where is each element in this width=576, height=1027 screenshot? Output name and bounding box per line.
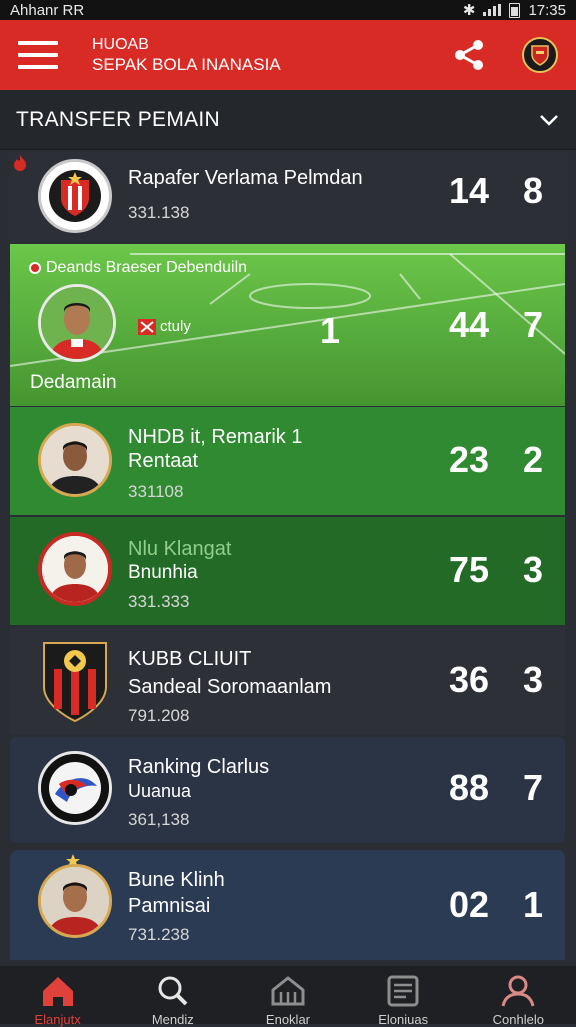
stat-secondary: 3	[522, 549, 543, 590]
club-logo-icon[interactable]	[522, 37, 558, 73]
nav-profile-label: Conhlelo	[492, 1012, 544, 1027]
transfer-value: 361,138	[128, 810, 190, 829]
player-avatar	[38, 532, 112, 606]
transfer-value: 791.208	[128, 706, 190, 725]
nav-profile[interactable]: Conhlelo	[468, 974, 568, 1027]
transfer-row[interactable]: NHDB it, Remarik 1 Rentaat 331108 23 2	[10, 407, 565, 515]
transfer-value: 731.238	[128, 925, 190, 944]
nav-home-label: Elanjutx	[34, 1012, 81, 1027]
bluetooth-icon: ✱	[462, 2, 476, 19]
stat-primary: 44	[448, 304, 489, 345]
stat-primary: 88	[448, 767, 489, 808]
search-icon	[158, 976, 188, 1006]
transfer-value: 331108	[128, 482, 184, 501]
transfer-row[interactable]: KUBB CLIUIT Sandeal Soromaanlam 791.208 …	[10, 627, 565, 735]
stat-secondary: 1	[522, 884, 543, 925]
nav-stadium[interactable]: Enoklar	[238, 974, 338, 1027]
news-icon	[387, 975, 419, 1007]
stat-primary: 75	[448, 549, 489, 590]
featured-header: Deands Braeser Debenduiln	[46, 259, 248, 276]
nav-home[interactable]: Elanjutx	[8, 974, 108, 1027]
clock: 17:35	[528, 1, 566, 19]
stat-secondary: 7	[522, 304, 543, 345]
player-subtitle: Rentaat	[128, 450, 199, 472]
carrier-text: Ahhanr RR	[10, 1, 85, 19]
status-bar: Ahhanr RR ✱ 17:35	[0, 0, 576, 20]
home-icon	[42, 977, 73, 1006]
stat-primary: 14	[448, 170, 489, 211]
app-title-line1: HUOAB	[92, 36, 149, 53]
app-title: HUOAB SEPAK BOLA INANASIA	[92, 35, 281, 75]
nav-search[interactable]: Mendiz	[123, 974, 223, 1027]
nav-news[interactable]: Eloniuas	[353, 974, 453, 1027]
player-avatar	[38, 864, 112, 938]
share-icon[interactable]	[452, 38, 486, 72]
stat-center: 1	[320, 310, 341, 351]
player-subtitle: Pamnisai	[128, 895, 211, 917]
battery-icon	[509, 2, 521, 18]
featured-transfer-row[interactable]: Deands Braeser Debenduiln ctuly 1 44 7 D…	[10, 244, 565, 406]
transfer-row[interactable]: Bune Klinh Pamnisai 731.238 02 1	[10, 850, 565, 960]
nav-stadium-label: Enoklar	[265, 1012, 310, 1027]
player-avatar	[38, 284, 116, 362]
club-crest	[38, 159, 112, 233]
transfer-value: 331.138	[128, 203, 190, 222]
player-avatar	[38, 423, 112, 497]
nav-search-label: Mendiz	[151, 1012, 194, 1027]
player-name: Rapafer Verlama Pelmdan	[128, 167, 363, 189]
app-bar: HUOAB SEPAK BOLA INANASIA	[0, 20, 576, 90]
stadium-icon	[271, 976, 305, 1006]
stat-secondary: 3	[522, 659, 543, 700]
stat-primary: 23	[448, 439, 489, 480]
club-flag-icon	[138, 318, 156, 335]
signal-icon	[483, 4, 502, 16]
nav-news-label: Eloniuas	[378, 1012, 429, 1027]
chevron-down-icon[interactable]	[538, 109, 560, 131]
transfer-row[interactable]: Nlu Klangat Bnunhia 331.333 75 3	[10, 517, 565, 625]
club-crest	[38, 751, 112, 825]
transfer-row[interactable]: Rapafer Verlama Pelmdan 331.138 14 8	[10, 152, 565, 242]
player-name: Bune Klinh	[128, 869, 225, 891]
player-name: Nlu Klangat	[128, 538, 232, 560]
player-name: NHDB it, Remarik 1	[128, 426, 303, 448]
club-tag: ctuly	[138, 318, 191, 335]
player-subtitle: Sandeal Soromaanlam	[128, 676, 332, 698]
stat-primary: 02	[448, 884, 489, 925]
player-subtitle: Bnunhia	[128, 562, 198, 583]
transfer-value: 331.333	[128, 592, 190, 611]
stat-secondary: 2	[522, 439, 543, 480]
stat-secondary: 7	[522, 767, 543, 808]
club-crest	[43, 642, 107, 723]
app-title-line2: SEPAK BOLA INANASIA	[92, 55, 281, 74]
section-header[interactable]: TRANSFER PEMAIN	[0, 90, 576, 150]
menu-icon[interactable]	[18, 41, 58, 69]
transfer-row[interactable]: Ranking Clarlus Uuanua 361,138 88 7	[10, 737, 565, 843]
player-subtitle: Uuanua	[128, 781, 192, 801]
player-name: Ranking Clarlus	[128, 756, 270, 778]
club-badge-icon	[29, 262, 41, 274]
bottom-nav: Elanjutx Mendiz Enoklar Eloniuas Conhlel…	[0, 966, 576, 1027]
stat-primary: 36	[448, 659, 489, 700]
flame-icon	[14, 155, 26, 171]
stat-secondary: 8	[522, 170, 543, 211]
player-name: Dedamain	[30, 372, 117, 393]
club-name: KUBB CLIUIT	[128, 648, 252, 670]
profile-icon	[501, 975, 535, 1007]
section-title: TRANSFER PEMAIN	[16, 107, 221, 131]
club-tag-label: ctuly	[160, 318, 191, 335]
